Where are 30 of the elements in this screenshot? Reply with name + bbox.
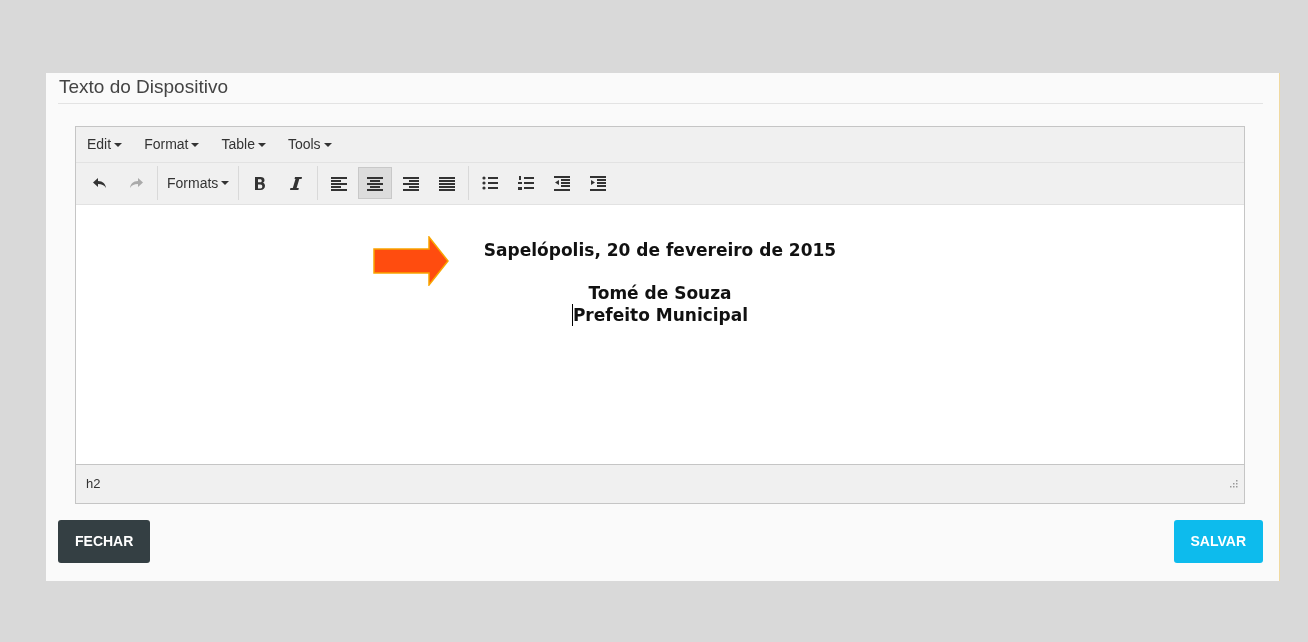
document-text: Prefeito Municipal <box>571 303 749 326</box>
align-right-icon <box>403 175 420 192</box>
resize-handle-icon[interactable] <box>1230 479 1238 488</box>
menu-item[interactable]: Format <box>138 129 206 159</box>
align-left-icon <box>331 175 348 192</box>
caret-icon <box>114 143 123 148</box>
indent-icon <box>590 175 607 192</box>
close-button[interactable]: FECHAR <box>58 519 151 563</box>
editor-content[interactable]: Sapelópolis, 20 de fevereiro de 2015 Tomé de Souza Prefeito Municipal <box>76 203 1244 464</box>
formats-dropdown[interactable]: Formats <box>162 167 235 200</box>
italic-icon <box>290 175 303 191</box>
menu-item[interactable]: Tools <box>281 129 338 159</box>
justify-icon <box>439 175 456 192</box>
bullet-list-icon <box>482 175 499 192</box>
document-text: Tomé de Souza <box>588 281 732 304</box>
element-path[interactable]: h2 <box>86 474 101 494</box>
caret-icon <box>323 143 332 148</box>
document-text: Sapelópolis, 20 de fevereiro de 2015 <box>483 238 837 261</box>
numbered-list-icon <box>518 175 535 192</box>
menu-item[interactable]: Edit <box>81 129 129 159</box>
outdent-icon <box>554 175 571 192</box>
align-center-icon <box>367 175 384 192</box>
caret-icon <box>257 143 266 148</box>
arrow-icon <box>373 235 449 286</box>
align-center-button[interactable] <box>358 167 393 200</box>
menu-item[interactable]: Table <box>215 129 272 159</box>
panel-title: Texto do Dispositivo <box>58 73 1263 104</box>
caret-icon <box>221 181 230 186</box>
caret-icon <box>191 143 200 148</box>
bold-icon <box>254 175 267 191</box>
